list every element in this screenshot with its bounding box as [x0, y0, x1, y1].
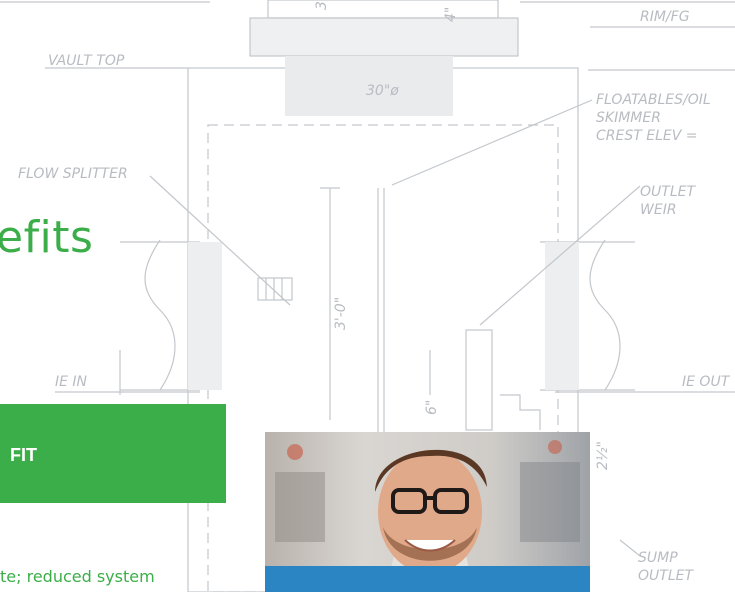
- label-rim-fg: RIM/FG: [640, 9, 690, 25]
- label-outlet: OUTLET: [640, 184, 696, 200]
- label-weir: WEIR: [640, 202, 677, 218]
- label-ie-out: IE OUT: [682, 374, 731, 390]
- benefit-label: FIT: [10, 445, 37, 465]
- benefit-banner: FIT: [0, 404, 226, 503]
- dimension-3-ft: 3'-0": [333, 297, 349, 330]
- label-floatables: FLOATABLES/OIL: [596, 92, 711, 108]
- dimension-4-inch: 4": [443, 7, 459, 22]
- label-ie-in: IE IN: [55, 374, 88, 390]
- label-flow-splitter: FLOW SPLITTER: [18, 166, 128, 182]
- portrait-caption-bar: [265, 566, 590, 592]
- label-vault-top: VAULT TOP: [48, 53, 125, 69]
- label-skimmer: SKIMMER: [596, 110, 661, 126]
- benefit-description: te; reduced system: [0, 567, 155, 586]
- section-heading: efits: [0, 212, 94, 263]
- label-sump-outlet: OUTLET: [638, 568, 694, 584]
- label-crest-elev: CREST ELEV =: [596, 128, 698, 144]
- dimension-2-half-inch: 2½": [595, 441, 611, 470]
- dimension-30-dia: 30"ø: [366, 83, 399, 99]
- label-sump: SUMP: [638, 550, 678, 566]
- dimension-3-inch: 3": [314, 0, 330, 10]
- dimension-6-inch: 6": [424, 400, 440, 415]
